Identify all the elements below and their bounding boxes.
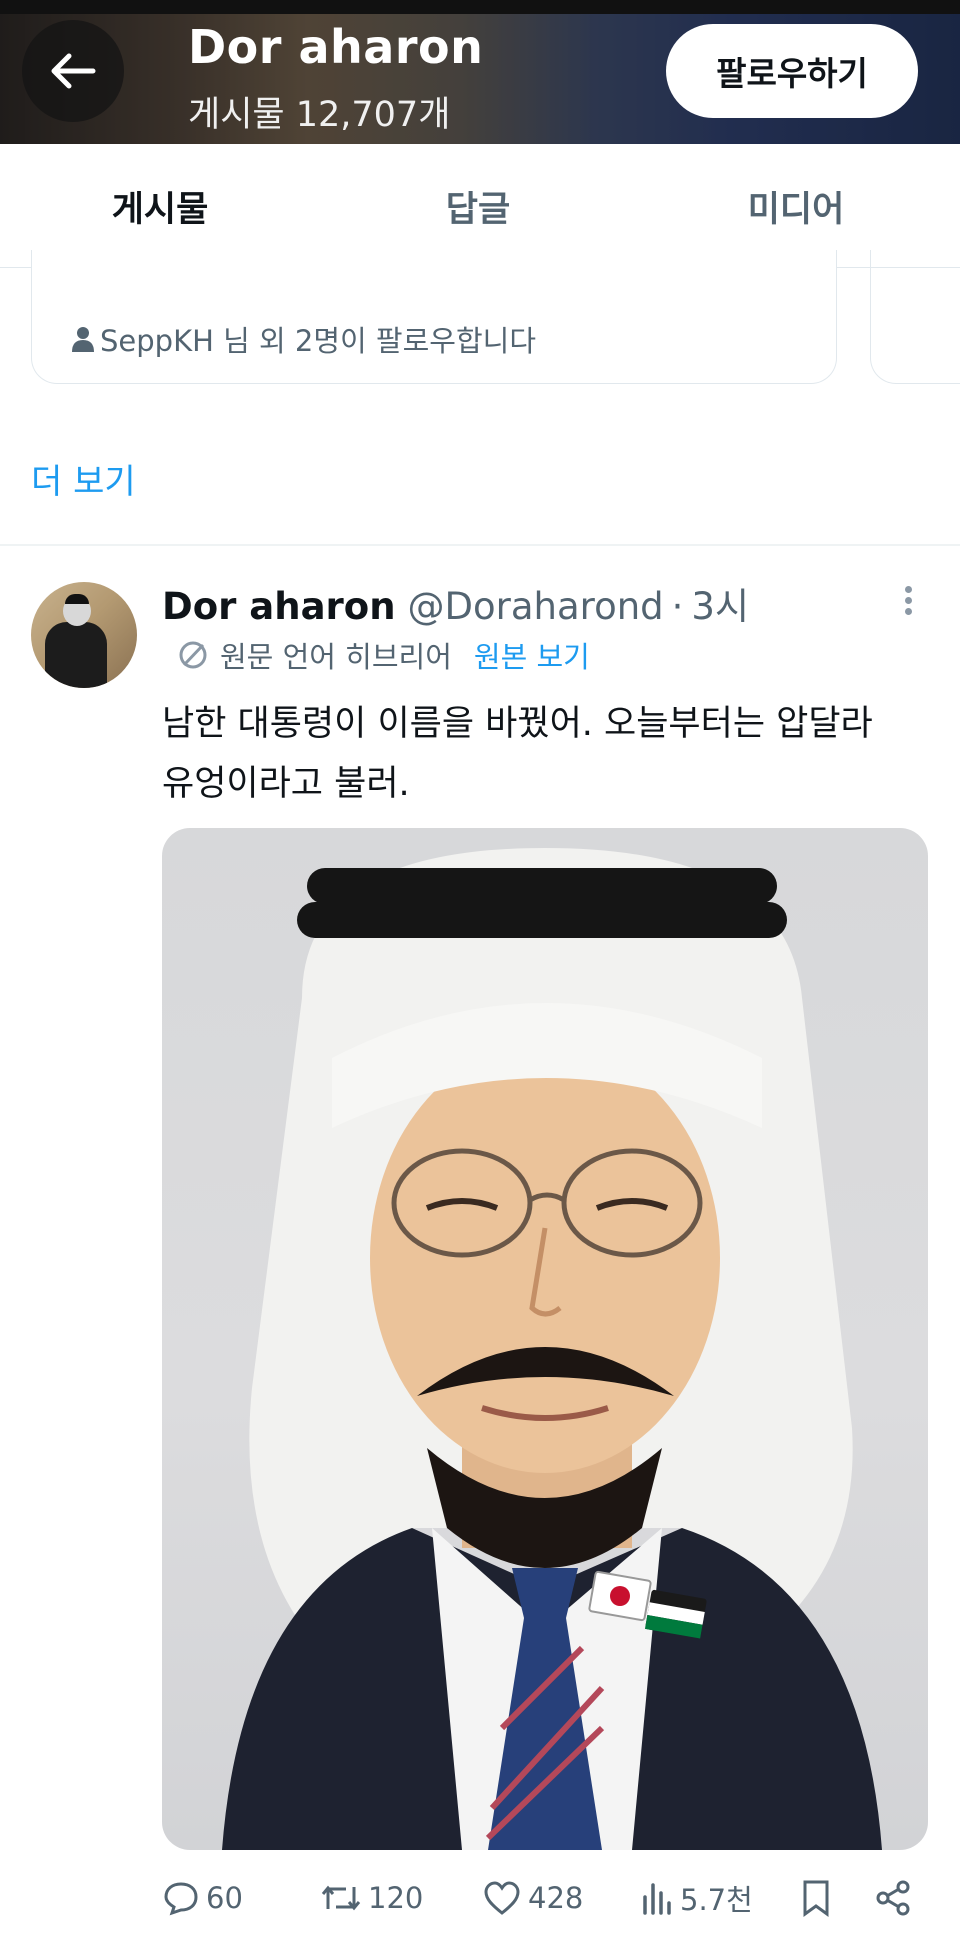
translation-notice: 원문 언어 히브리어 원본 보기: [176, 634, 590, 676]
post-count: 게시물 12,707개: [188, 95, 451, 135]
suggested-account-card[interactable]: [31, 250, 837, 384]
avatar[interactable]: [31, 582, 137, 688]
repost-count: 120: [368, 1881, 424, 1915]
profile-header: Dor aharon 게시물 12,707개 팔로우하기: [0, 14, 960, 144]
tweet-text-line-1: 남한 대통령이 이름을 바꿨어. 오늘부터는 압달라: [162, 704, 873, 744]
avatar-figure: [45, 622, 107, 688]
back-button[interactable]: [22, 20, 124, 122]
suggested-account-card-next[interactable]: [870, 250, 960, 384]
repost-button[interactable]: 120: [320, 1872, 423, 1924]
followed-by-text: SeppKH 님 외 2명이 팔로우합니다: [72, 318, 536, 360]
views-button[interactable]: 5.7천: [640, 1872, 753, 1924]
profile-name: Dor aharon: [188, 20, 484, 74]
tweet-media-image[interactable]: [162, 828, 928, 1850]
portrait-illustration: [222, 848, 882, 1850]
show-original-link[interactable]: 원본 보기: [474, 634, 590, 676]
tweet-author-handle[interactable]: @Doraharond: [408, 585, 664, 628]
tweet-text-line-2: 유엉이라고 불러.: [162, 764, 410, 804]
tweet-action-bar: 60 120 428 5.7천: [162, 1872, 922, 1924]
views-count: 5.7천: [680, 1883, 753, 1917]
like-button[interactable]: 428: [482, 1872, 583, 1924]
translate-icon: [179, 641, 207, 669]
like-icon: [484, 1881, 520, 1915]
translated-from-label: 원문 언어 히브리어: [220, 640, 452, 674]
like-count: 428: [528, 1881, 584, 1915]
reply-icon: [164, 1882, 198, 1916]
status-bar: [0, 0, 960, 14]
tweet-separator: ·: [671, 585, 684, 628]
person-icon: [72, 327, 94, 352]
share-button[interactable]: [874, 1872, 918, 1924]
tweet-timestamp[interactable]: 3시: [691, 576, 749, 630]
reply-count: 60: [206, 1881, 243, 1915]
bookmark-icon: [803, 1880, 829, 1917]
bookmark-button[interactable]: [800, 1872, 838, 1924]
more-dots-icon[interactable]: [896, 582, 920, 622]
follow-button[interactable]: 팔로우하기: [666, 24, 918, 118]
tweet-text: 남한 대통령이 이름을 바꿨어. 오늘부터는 압달라 유엉이라고 불러.: [162, 694, 922, 814]
see-more-link[interactable]: 더 보기: [31, 454, 136, 503]
avatar-kippah: [65, 594, 89, 604]
tweet-header: Dor aharon @Doraharond · 3시: [162, 576, 749, 630]
followed-by-label: SeppKH 님 외 2명이 팔로우합니다: [100, 324, 537, 358]
repost-icon: [321, 1885, 361, 1911]
back-arrow-icon: [51, 53, 96, 89]
views-icon: [643, 1883, 671, 1915]
tweet-author-name[interactable]: Dor aharon: [162, 585, 396, 628]
divider: [0, 544, 960, 546]
share-icon: [876, 1880, 910, 1916]
reply-button[interactable]: 60: [162, 1872, 243, 1924]
